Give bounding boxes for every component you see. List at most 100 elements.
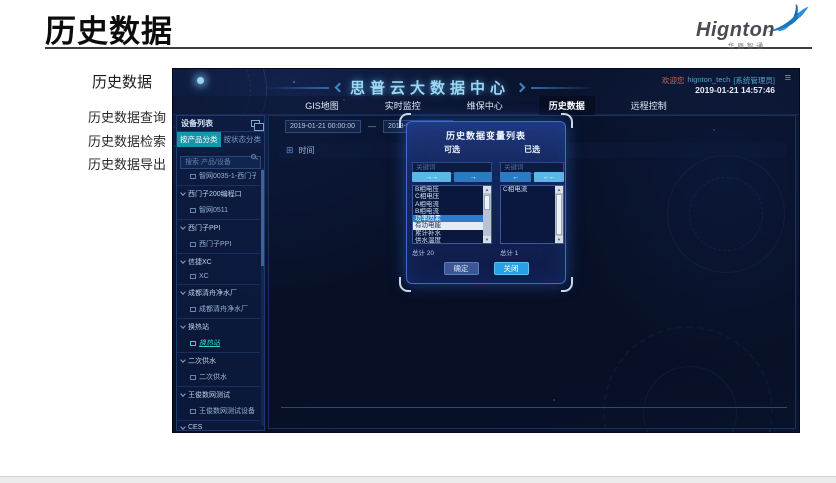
move-all-right-button[interactable]: →→	[412, 172, 451, 182]
sidebar-item[interactable]: 历史数据导出	[58, 153, 166, 177]
tree-item[interactable]: 西门子200编程口	[177, 185, 260, 202]
tree-item[interactable]: 王俊数网测试设备	[177, 403, 260, 419]
tree-item-label: 换热站	[199, 338, 220, 348]
available-total: 总计 20	[412, 247, 492, 257]
time-column-header: 时间	[299, 145, 315, 156]
sidebar-heading: 历史数据	[92, 71, 152, 92]
tree-item-label: 智网0511	[199, 205, 228, 215]
device-panel-tab[interactable]: 按产品分类	[177, 132, 221, 147]
tree-item[interactable]: CES	[177, 420, 260, 430]
tree-item[interactable]: XC	[177, 270, 260, 283]
tree-item-label: 二次供水	[188, 356, 216, 366]
modal-title: 历史数据变量列表	[407, 129, 565, 142]
device-icon	[190, 307, 196, 312]
variable-list-item[interactable]: C相电压	[413, 193, 483, 200]
dashboard-screenshot: 思普云大数据中心 欢迎您 hignton_tech [系统管理员] ≡ 2019…	[172, 68, 800, 433]
nav-tab[interactable]: 远程控制	[621, 96, 677, 115]
chevron-down-icon	[180, 224, 186, 230]
variable-list-item[interactable]: 有功电能	[413, 222, 483, 229]
available-listbox: B相电压 C相电压 A相电流 B相电流 功率因素 有功电能	[412, 185, 492, 244]
close-button[interactable]: 关闭	[494, 262, 529, 275]
confirm-button[interactable]: 确定	[444, 262, 479, 275]
available-scrollbar[interactable]: ▲ ▼	[483, 186, 491, 243]
decor-glow-dot	[197, 77, 204, 84]
variable-list-item[interactable]: A相电流	[413, 201, 483, 208]
move-left-button[interactable]: ←	[500, 172, 531, 182]
device-tree-scrollbar[interactable]	[261, 168, 264, 426]
tree-item[interactable]: 二次供水	[177, 369, 260, 385]
tree-item[interactable]: 换热站	[177, 318, 260, 335]
slide-footer-bar	[0, 476, 836, 483]
device-icon	[190, 409, 196, 414]
sidebar-item[interactable]: 历史数据查询	[58, 106, 166, 130]
tree-item[interactable]: 西门子PPI	[177, 219, 260, 236]
scroll-up-icon[interactable]: ▲	[483, 186, 491, 193]
tree-item[interactable]: 智网0511	[177, 202, 260, 218]
scrollbar-thumb[interactable]	[556, 194, 562, 235]
tree-item-label: 成都清舟净水厂	[188, 288, 237, 298]
available-heading: 可选	[412, 144, 492, 154]
nav-tab[interactable]: GIS地图	[295, 96, 349, 115]
sidebar-menu: 历史数据查询 历史数据检索 历史数据导出	[58, 106, 166, 177]
brand-name: Hignton	[696, 19, 775, 42]
selected-search	[500, 156, 564, 168]
header-ornament-line	[265, 87, 329, 89]
tree-item[interactable]: 成都清舟净水厂	[177, 301, 260, 317]
transfer-columns: 可选 →→ → B相电压 C相电压	[412, 144, 564, 257]
tree-item[interactable]: 智网0035-1-西门子200	[177, 168, 260, 184]
device-panel-header: 设备列表	[177, 116, 264, 132]
move-all-left-button[interactable]: ←←	[534, 172, 565, 182]
tree-item-label: 成都清舟净水厂	[199, 304, 248, 314]
tree-item[interactable]: 成都清舟净水厂	[177, 284, 260, 301]
date-from-input[interactable]: 2019-01-21 00:00:00	[285, 120, 361, 133]
sidebar-item[interactable]: 历史数据检索	[58, 130, 166, 154]
scrollbar-thumb[interactable]	[261, 170, 264, 266]
nav-tab[interactable]: 维保中心	[457, 96, 513, 115]
move-right-button[interactable]: →	[454, 172, 493, 182]
header-ornament-line	[531, 87, 595, 89]
selected-column: 已选 ← ←← C相电流	[500, 144, 564, 257]
scroll-down-icon[interactable]: ▼	[483, 236, 491, 243]
variable-list-item[interactable]: B相电压	[413, 186, 483, 193]
tree-item-label: 二次供水	[199, 372, 227, 382]
nav-tab[interactable]: 实时监控	[375, 96, 431, 115]
tree-item[interactable]: 王俊数网测试	[177, 386, 260, 403]
device-panel-tabs: 按产品分类 按状态分类	[177, 132, 264, 147]
selected-heading: 已选	[500, 144, 564, 154]
menu-icon[interactable]: ≡	[785, 73, 791, 83]
variable-list-item[interactable]: 供水温度	[413, 237, 483, 244]
scroll-down-icon[interactable]: ▼	[555, 236, 563, 243]
device-icon	[190, 375, 196, 380]
tree-item-label: 信捷XC	[188, 257, 212, 267]
tree-item[interactable]: 换热站	[177, 335, 260, 351]
variable-list-item[interactable]: C相电流	[501, 186, 555, 193]
device-panel-tab[interactable]: 按状态分类	[221, 132, 265, 147]
scroll-up-icon[interactable]: ▲	[555, 186, 563, 193]
nav-tab[interactable]: 历史数据	[539, 96, 595, 115]
panel-collapse-icon[interactable]	[251, 120, 260, 127]
modal-corner-decor	[399, 113, 411, 128]
slide: 历史数据 Hignton 华辰智通 历史数据 历史数据查询 历史数据检索 历史数…	[0, 0, 836, 483]
grid-divider	[281, 407, 787, 408]
device-panel-title: 设备列表	[181, 118, 213, 129]
variable-list-modal: 历史数据变量列表 可选 →→ → B相电压	[406, 121, 566, 284]
device-icon	[190, 341, 196, 346]
available-search	[412, 156, 492, 168]
variable-list-item[interactable]: B相电流	[413, 208, 483, 215]
selected-total: 总计 1	[500, 247, 564, 257]
main-nav: GIS地图 实时监控 维保中心 历史数据 远程控制	[173, 96, 799, 115]
variable-list-item[interactable]: 功率因素	[413, 215, 483, 222]
variable-list-item[interactable]: 累计补水	[413, 230, 483, 237]
tree-item[interactable]: 西门子PPI	[177, 236, 260, 252]
available-items: B相电压 C相电压 A相电流 B相电流 功率因素 有功电能	[413, 186, 483, 243]
tree-item[interactable]: 二次供水	[177, 352, 260, 369]
welcome-label: 欢迎您	[662, 75, 685, 86]
datetime-display: 2019-01-21 14:57:46	[695, 85, 775, 95]
scrollbar-thumb[interactable]	[484, 195, 490, 210]
tree-item-label: 西门子PPI	[188, 223, 220, 233]
selected-scrollbar[interactable]: ▲ ▼	[555, 186, 563, 243]
tree-item-label: 西门子PPI	[199, 239, 231, 249]
grid-icon: ⊞	[286, 146, 294, 155]
tree-item[interactable]: 信捷XC	[177, 253, 260, 270]
brand-tagline: 华辰智通	[728, 40, 766, 50]
